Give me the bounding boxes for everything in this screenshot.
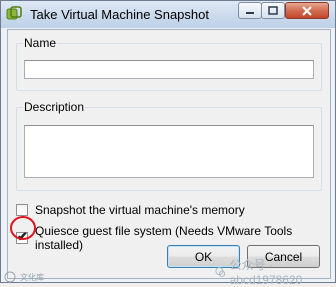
watermark-logo-icon	[4, 271, 16, 283]
dialog-body: Name Description Snapshot the virtual ma…	[7, 29, 331, 279]
name-label: Name	[23, 36, 58, 50]
watermark-right: 公众号 · abcd1978620	[215, 256, 335, 287]
memory-snapshot-option[interactable]: Snapshot the virtual machine's memory	[16, 203, 245, 217]
description-input[interactable]	[24, 125, 314, 178]
close-icon	[302, 5, 312, 16]
maximize-button[interactable]	[261, 2, 285, 19]
wechat-icon	[215, 266, 226, 277]
watermark-left-text: 文化库	[20, 272, 44, 282]
minimize-button[interactable]	[238, 2, 262, 19]
close-button[interactable]	[285, 2, 329, 19]
minimize-icon	[246, 11, 254, 14]
name-groupbox: Name	[16, 36, 322, 91]
snapshot-dialog-window: Take Virtual Machine Snapshot Name Descr…	[0, 0, 336, 287]
name-input[interactable]	[24, 60, 314, 79]
watermark-right-text: 公众号 · abcd1978620	[229, 258, 303, 287]
vmware-app-icon	[6, 6, 22, 20]
dialog-title: Take Virtual Machine Snapshot	[30, 7, 209, 22]
title-bar[interactable]: Take Virtual Machine Snapshot	[1, 1, 335, 28]
description-groupbox: Description	[16, 100, 322, 191]
watermark-left: 文化库	[4, 271, 44, 283]
red-annotation-circle	[10, 216, 36, 240]
maximize-icon	[268, 6, 278, 15]
description-label: Description	[23, 100, 86, 114]
memory-snapshot-label: Snapshot the virtual machine's memory	[35, 203, 245, 217]
